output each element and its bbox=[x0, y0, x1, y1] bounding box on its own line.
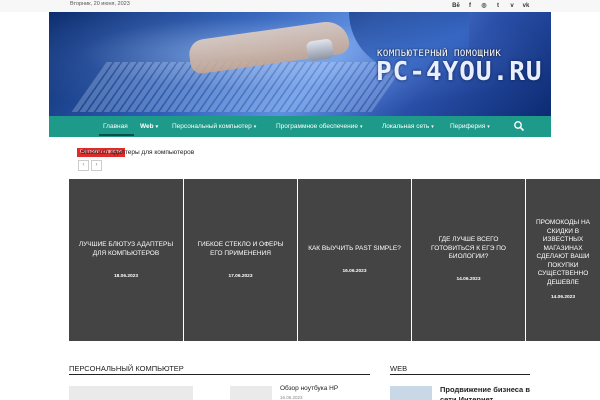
slider-tile-title: ЛУЧШИЕ БЛЮТУЗ АДАПТЕРЫ ДЛЯ КОМПЬЮТЕРОВ bbox=[78, 241, 174, 257]
nav-item-pc[interactable]: Персональный компьютер ▾ bbox=[172, 116, 256, 137]
slider-tile-title: ГДЕ ЛУЧШЕ ВСЕГО ГОТОВИТЬСЯ К ЕГЭ ПО БИОЛ… bbox=[431, 236, 506, 260]
article-thumbnail[interactable] bbox=[69, 386, 193, 400]
facebook-icon[interactable]: f bbox=[463, 1, 477, 11]
header-banner[interactable]: КОМПЬЮТЕРНЫЙ ПОМОЩНИК PC-4YOU.RU bbox=[49, 12, 551, 116]
slider-tile-date: 18.06.2023 bbox=[113, 274, 138, 279]
article-title[interactable]: Обзор ноутбука HP bbox=[280, 385, 338, 392]
social-links: Bē f ◎ t v vk bbox=[449, 1, 533, 11]
nav-label: Программное обеспечение bbox=[276, 123, 358, 130]
slider-tile-date: 14.06.2023 bbox=[550, 295, 575, 300]
slider-tile[interactable]: ПРОМОКОДЫ НА СКИДКИ В ИЗВЕСТНЫХ МАГАЗИНА… bbox=[526, 179, 600, 341]
twitter-icon[interactable]: t bbox=[491, 1, 505, 11]
slider-tile-date: 14.06.2023 bbox=[456, 277, 481, 282]
page: Вторник, 20 июня, 2023 Bē f ◎ t v vk КОМ… bbox=[0, 0, 600, 400]
nav-item-software[interactable]: Программное обеспечение ▾ bbox=[276, 116, 362, 137]
article-thumbnail[interactable] bbox=[390, 386, 432, 400]
slider-tile[interactable]: ГДЕ ЛУЧШЕ ВСЕГО ГОТОВИТЬСЯ К ЕГЭ ПО БИОЛ… bbox=[412, 179, 526, 341]
chevron-down-icon: ▾ bbox=[155, 124, 159, 130]
article-thumbnail[interactable] bbox=[230, 386, 272, 400]
top-bar: Вторник, 20 июня, 2023 Bē f ◎ t v vk bbox=[0, 0, 600, 12]
nav-label: Главная bbox=[103, 123, 128, 130]
instagram-icon[interactable]: ◎ bbox=[477, 1, 491, 11]
section-title-pc[interactable]: ПЕРСОНАЛЬНЫЙ КОМПЬЮТЕР bbox=[69, 364, 184, 374]
slider-tile[interactable]: ЛУЧШИЕ БЛЮТУЗ АДАПТЕРЫ ДЛЯ КОМПЬЮТЕРОВ 1… bbox=[69, 179, 184, 341]
article-date: 16.06.2023 bbox=[280, 395, 303, 400]
slider-tile-date: 16.06.2023 bbox=[342, 269, 367, 274]
ticker-prev-button[interactable]: ‹ bbox=[78, 160, 89, 171]
nav-label: Web bbox=[140, 123, 154, 130]
keyboard-image bbox=[71, 62, 407, 112]
article-title[interactable]: Продвижение бизнеса в сети Интернет bbox=[440, 385, 540, 400]
nav-item-web[interactable]: Web ▾ bbox=[140, 116, 158, 137]
vk-icon[interactable]: vk bbox=[519, 1, 533, 11]
search-icon[interactable] bbox=[513, 120, 525, 132]
nav-label: Локальная сеть bbox=[382, 123, 430, 130]
behance-icon[interactable]: Bē bbox=[449, 1, 463, 11]
chevron-down-icon: ▾ bbox=[253, 124, 257, 130]
ticker-next-button[interactable]: › bbox=[91, 160, 102, 171]
section-divider bbox=[390, 374, 530, 375]
current-date: Вторник, 20 июня, 2023 bbox=[70, 1, 130, 7]
vimeo-icon[interactable]: v bbox=[505, 1, 519, 11]
slider-tile-title: ГИБКОЕ СТЕКЛО И ОФЕРЫ ЕГО ПРИМЕНЕНИЯ bbox=[197, 241, 284, 257]
nav-label: Персональный компьютер bbox=[172, 123, 252, 130]
watch-image bbox=[305, 38, 335, 62]
slider-tile-date: 17.06.2023 bbox=[228, 274, 253, 279]
chevron-down-icon: ▾ bbox=[487, 124, 490, 130]
active-tab-indicator bbox=[99, 134, 134, 136]
breaking-news: Свежие новости Bluetooth адаптеры для ко… bbox=[77, 148, 397, 158]
nav-item-network[interactable]: Локальная сеть ▾ bbox=[382, 116, 434, 137]
breaking-news-text[interactable]: Bluetooth адаптеры для компьютеров bbox=[81, 148, 194, 158]
chevron-down-icon: ▾ bbox=[431, 124, 434, 130]
slider-tile[interactable]: КАК ВЫУЧИТЬ PAST SIMPLE? 16.06.2023 bbox=[298, 179, 412, 341]
section-title-web[interactable]: WEB bbox=[390, 364, 407, 374]
site-logo[interactable]: PC-4YOU.RU bbox=[376, 57, 543, 87]
slider-tile-title: ПРОМОКОДЫ НА СКИДКИ В ИЗВЕСТНЫХ МАГАЗИНА… bbox=[535, 219, 590, 286]
slider-tile[interactable]: ГИБКОЕ СТЕКЛО И ОФЕРЫ ЕГО ПРИМЕНЕНИЯ 17.… bbox=[184, 179, 298, 341]
nav-item-peripherals[interactable]: Периферия ▾ bbox=[450, 116, 490, 137]
chevron-down-icon: ▾ bbox=[359, 124, 363, 130]
nav-label: Периферия bbox=[450, 123, 486, 130]
slider-tile-title: КАК ВЫУЧИТЬ PAST SIMPLE? bbox=[308, 245, 401, 252]
section-divider bbox=[69, 374, 370, 375]
